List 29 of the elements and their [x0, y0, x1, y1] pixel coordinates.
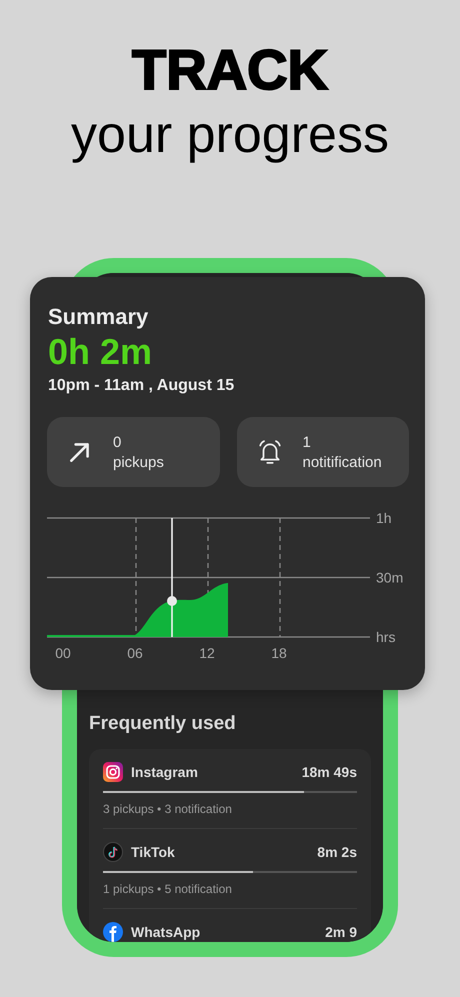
time-range: 10pm - 11am , August 15	[48, 376, 234, 396]
axis-label: 30m	[376, 570, 404, 586]
axis-label: 06	[127, 645, 143, 661]
usage-time: 2m 9	[325, 924, 357, 940]
bell-icon	[256, 439, 282, 465]
section-title: Frequently used	[89, 713, 237, 735]
usage-time: 8m 2s	[317, 844, 357, 860]
usage-detail: 1 pickups • 5 notification	[103, 882, 233, 896]
camera-app-icon	[103, 762, 123, 782]
music-note-app-icon	[103, 842, 123, 862]
axis-label: 12	[199, 645, 215, 661]
stat-value: 1	[302, 434, 312, 450]
stat-value: 0	[113, 434, 122, 450]
total-time: 0h 2m	[48, 331, 152, 373]
app-name: WhatsApp	[131, 924, 200, 940]
usage-time: 18m 49s	[302, 764, 357, 780]
app-name: TikTok	[131, 844, 175, 860]
headline: your progress	[71, 105, 389, 166]
axis-label: 18	[271, 645, 287, 661]
axis-label: 1h	[376, 510, 392, 526]
stat-label: pickups	[113, 454, 164, 470]
app-icon	[103, 922, 123, 942]
card-title: Summary	[48, 303, 148, 331]
headline: TRACK	[132, 38, 328, 102]
app-name: Instagram	[131, 764, 198, 780]
usage-detail: 3 pickups • 3 notification	[103, 802, 233, 816]
axis-label: 00	[55, 645, 71, 661]
stat-label: notitification	[302, 454, 382, 470]
axis-label: hrs	[376, 629, 396, 645]
